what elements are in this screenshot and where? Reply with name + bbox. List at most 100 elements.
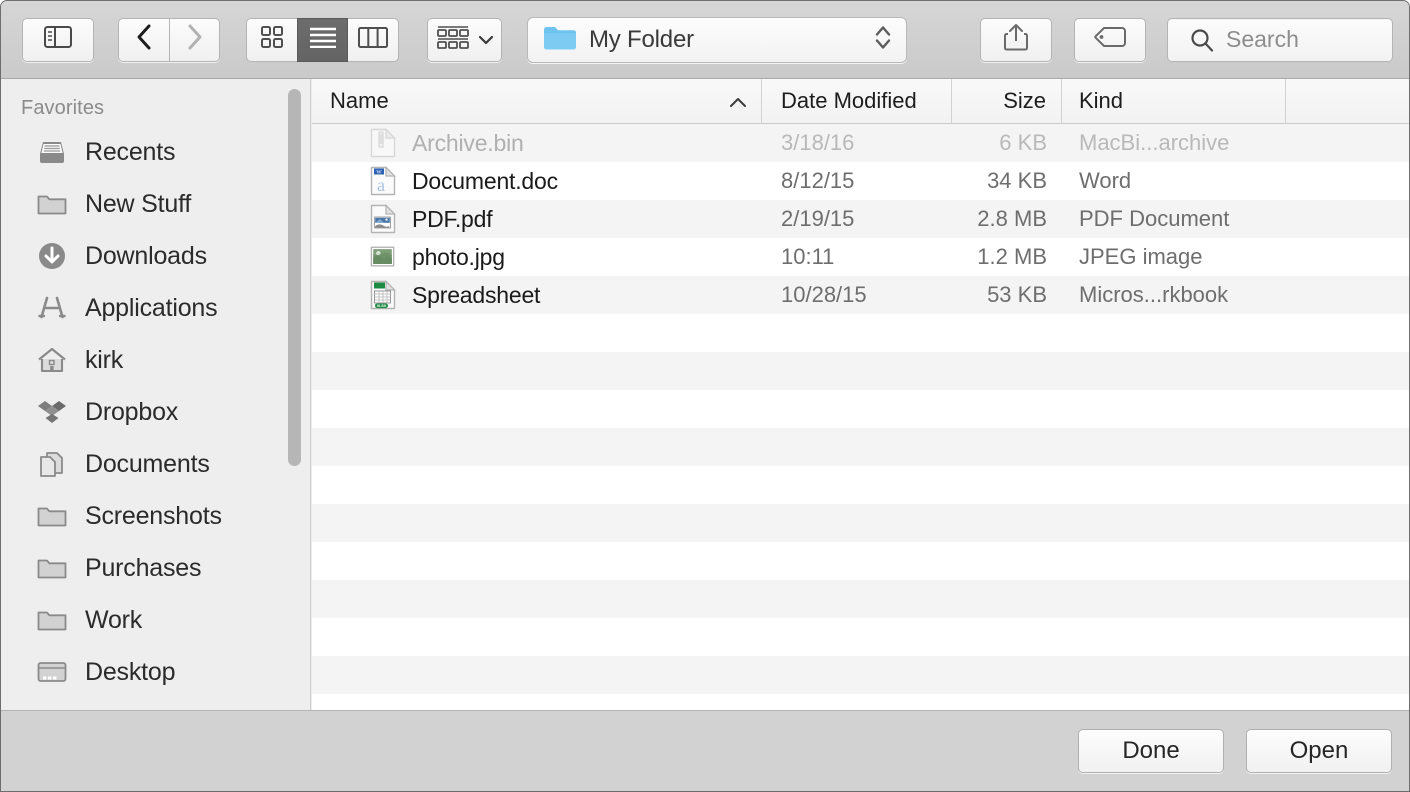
empty-row	[312, 656, 1409, 694]
sidebar-item-work[interactable]: Work	[1, 594, 311, 646]
sidebar-item-label: kirk	[85, 346, 123, 375]
empty-row	[312, 352, 1409, 390]
sidebar-item-screenshots[interactable]: Screenshots	[1, 490, 311, 542]
path-label: My Folder	[589, 26, 694, 54]
sidebar-item-new-stuff[interactable]: New Stuff	[1, 178, 311, 230]
arrange-button[interactable]	[427, 18, 502, 62]
cell-name: XLSX Spreadsheet	[312, 282, 762, 309]
table-row[interactable]: Archive.bin 3/18/16 6 KB MacBi...archive	[312, 124, 1409, 162]
search-placeholder: Search	[1226, 26, 1299, 53]
column-header-name[interactable]: Name	[312, 79, 762, 124]
path-popup-button[interactable]: My Folder	[527, 17, 907, 63]
cell-date-modified: 2/19/15	[762, 206, 952, 232]
sidebar-item-purchases[interactable]: Purchases	[1, 542, 311, 594]
folder-icon	[37, 605, 67, 635]
file-date: 3/18/16	[781, 130, 854, 156]
file-kind: MacBi...archive	[1079, 130, 1229, 156]
cell-kind: MacBi...archive	[1062, 130, 1286, 156]
cell-size: 34 KB	[952, 168, 1062, 194]
cell-kind: JPEG image	[1062, 244, 1286, 270]
cell-size: 53 KB	[952, 282, 1062, 308]
dialog-footer: Done Open	[1, 710, 1409, 791]
table-row[interactable]: PDF.pdf 2/19/15 2.8 MB PDF Document	[312, 200, 1409, 238]
folder-icon	[37, 501, 67, 531]
file-name: Archive.bin	[412, 130, 524, 157]
file-rows: Archive.bin 3/18/16 6 KB MacBi...archive	[312, 124, 1409, 711]
file-date: 8/12/15	[781, 168, 854, 194]
sidebar: Favorites Recents New Stuff	[1, 79, 311, 711]
file-kind: Word	[1079, 168, 1131, 194]
view-mode-list-button[interactable]	[297, 18, 348, 62]
column-header-label: Date Modified	[781, 88, 917, 114]
file-size: 2.8 MB	[977, 206, 1047, 232]
pdf-document-icon	[370, 206, 396, 232]
empty-row	[312, 618, 1409, 656]
file-list: Name Date Modified Size Kind	[312, 79, 1409, 711]
view-mode-segmented-control	[246, 18, 399, 62]
columns-icon	[358, 27, 388, 53]
empty-row	[312, 504, 1409, 542]
table-row[interactable]: photo.jpg 10:11 1.2 MB JPEG image	[312, 238, 1409, 276]
empty-row	[312, 542, 1409, 580]
sidebar-divider	[310, 79, 311, 711]
cell-name: photo.jpg	[312, 244, 762, 271]
table-row[interactable]: W a Document.doc 8/12/15 34 KB Word	[312, 162, 1409, 200]
downloads-icon	[37, 241, 67, 271]
tags-button[interactable]	[1074, 18, 1146, 62]
sidebar-item-kirk[interactable]: kirk	[1, 334, 311, 386]
recents-icon	[37, 137, 67, 167]
back-button[interactable]	[118, 18, 169, 62]
svg-text:XLSX: XLSX	[377, 304, 387, 308]
column-header-label: Name	[330, 88, 389, 114]
column-header-kind[interactable]: Kind	[1062, 79, 1286, 124]
file-date: 10:11	[781, 244, 834, 270]
applications-icon	[37, 293, 67, 323]
view-mode-column-button[interactable]	[348, 18, 399, 62]
sidebar-item-downloads[interactable]: Downloads	[1, 230, 311, 282]
sidebar-toggle-icon	[44, 26, 72, 53]
sidebar-item-label: Desktop	[85, 658, 175, 687]
cell-date-modified: 8/12/15	[762, 168, 952, 194]
file-name: Document.doc	[412, 168, 558, 195]
empty-row	[312, 390, 1409, 428]
cell-date-modified: 3/18/16	[762, 130, 952, 156]
desktop-icon	[37, 657, 67, 687]
grid-icon	[261, 26, 283, 53]
open-button[interactable]: Open	[1246, 729, 1392, 773]
empty-rows-area	[312, 314, 1409, 711]
sidebar-item-recents[interactable]: Recents	[1, 126, 311, 178]
chevron-down-icon	[478, 35, 494, 45]
sidebar-item-label: Screenshots	[85, 502, 222, 531]
column-header-spacer	[1286, 79, 1409, 124]
sidebar-item-label: Applications	[85, 294, 217, 323]
share-button[interactable]	[980, 18, 1052, 62]
tag-icon	[1094, 27, 1126, 52]
view-mode-icon-button[interactable]	[246, 18, 297, 62]
done-button[interactable]: Done	[1078, 729, 1224, 773]
column-header-label: Kind	[1079, 88, 1123, 114]
cell-size: 2.8 MB	[952, 206, 1062, 232]
cell-date-modified: 10:11	[762, 244, 952, 270]
sidebar-item-desktop[interactable]: Desktop	[1, 646, 311, 698]
sidebar-item-documents[interactable]: Documents	[1, 438, 311, 490]
sidebar-item-dropbox[interactable]: Dropbox	[1, 386, 311, 438]
sidebar-item-applications[interactable]: Applications	[1, 282, 311, 334]
empty-row	[312, 694, 1409, 711]
cell-size: 6 KB	[952, 130, 1062, 156]
navigation-group	[118, 18, 220, 62]
path-stepper-icon	[874, 23, 892, 56]
column-header-size[interactable]: Size	[952, 79, 1062, 124]
cell-date-modified: 10/28/15	[762, 282, 952, 308]
table-row[interactable]: XLSX Spreadsheet 10/28/15 53 KB Micros..…	[312, 276, 1409, 314]
file-size: 53 KB	[987, 282, 1047, 308]
column-header-date-modified[interactable]: Date Modified	[762, 79, 952, 124]
empty-row	[312, 428, 1409, 466]
sidebar-toggle-button[interactable]	[22, 18, 94, 62]
file-name: Spreadsheet	[412, 282, 540, 309]
file-kind: Micros...rkbook	[1079, 282, 1228, 308]
toolbar: My Folder	[1, 1, 1409, 79]
forward-button[interactable]	[169, 18, 220, 62]
search-field[interactable]: Search	[1167, 18, 1393, 62]
cell-name: W a Document.doc	[312, 168, 762, 195]
sidebar-scrollbar[interactable]	[288, 89, 301, 466]
